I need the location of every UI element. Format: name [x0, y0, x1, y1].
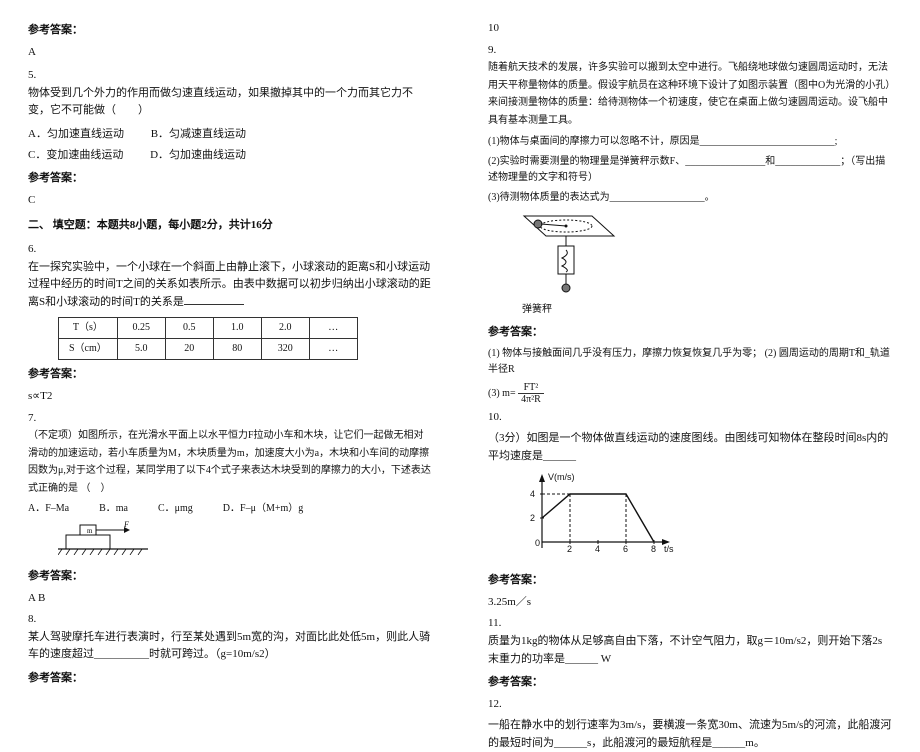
q5-opt-a: 匀加速直线运动 — [47, 128, 124, 140]
q7-figure: m F — [58, 521, 432, 562]
svg-text:8: 8 — [651, 544, 656, 554]
q5-opt-c-key: C． — [28, 149, 46, 161]
svg-text:4: 4 — [530, 489, 535, 499]
frac-den: 4π²R — [518, 394, 544, 405]
q5-opt-b: 匀减速直线运动 — [169, 128, 246, 140]
answer-header: 参考答案： — [28, 366, 432, 384]
table-cell: S（cm） — [59, 339, 118, 360]
answer-header: 参考答案： — [28, 22, 432, 40]
table-cell: 0.5 — [165, 318, 213, 339]
q4-answer: A — [28, 44, 432, 62]
svg-text:m: m — [87, 527, 93, 535]
frac-num: FT² — [518, 382, 544, 394]
q5-number: 5. — [28, 69, 36, 81]
q5-text: 物体受到几个外力的作用而做匀速直线运动，如果撤掉其中的一个力而其它力不变，它不可… — [28, 87, 413, 117]
table-cell: … — [309, 339, 357, 360]
q9-sub1: (1)物体与桌面间的摩擦力可以忽略不计，原因是_________________… — [488, 134, 892, 150]
q11-text: 质量为1kg的物体从足够高自由下落，不计空气阻力，取g＝10m/s2，则开始下落… — [488, 635, 882, 665]
table-cell: T（s） — [59, 318, 118, 339]
answer-header: 参考答案： — [488, 572, 892, 590]
q10-text: （3分）如图是一个物体做直线运动的速度图线。由图线可知物体在整段时间8s内的平均… — [488, 430, 892, 465]
answer-header: 参考答案： — [488, 324, 892, 342]
answer-header: 参考答案： — [28, 170, 432, 188]
q9-sub3: (3)待测物体质量的表达式为___________________。 — [488, 190, 892, 206]
answer-header: 参考答案： — [28, 568, 432, 586]
q9-number: 9. — [488, 44, 496, 56]
svg-text:2: 2 — [567, 544, 572, 554]
q10-number: 10. — [488, 411, 502, 423]
table-cell: 1.0 — [213, 318, 261, 339]
svg-text:V(m/s): V(m/s) — [548, 472, 575, 482]
section2-header: 二、 填空题：本题共8小题，每小题2分，共计16分 — [28, 217, 432, 235]
q7-options: A．F–Ma B．ma C．μmg D．F–μ（M+m）g — [28, 501, 432, 517]
q11-number: 11. — [488, 617, 501, 629]
answer-header: 参考答案： — [488, 674, 892, 692]
svg-text:4: 4 — [595, 544, 600, 554]
q5-opt-d-key: D． — [150, 149, 169, 161]
q9-answer-2: (3) m= FT² 4π²R — [488, 382, 892, 405]
table-cell: 320 — [261, 339, 309, 360]
answer-header: 参考答案： — [28, 670, 432, 688]
table-cell: … — [309, 318, 357, 339]
q12-text: 一船在静水中的划行速率为3m/s，要横渡一条宽30m、流速为5m/s的河流，此船… — [488, 717, 892, 752]
table-cell: 80 — [213, 339, 261, 360]
q9-figure: 弹簧秤 — [518, 210, 892, 319]
svg-text:F: F — [123, 521, 129, 529]
table-cell: 5.0 — [117, 339, 165, 360]
svg-text:2: 2 — [530, 513, 535, 523]
q8-text: 某人驾驶摩托车进行表演时，行至某处遇到5m宽的沟，对面比此处低5m，则此人骑车的… — [28, 631, 430, 661]
table-cell: 2.0 — [261, 318, 309, 339]
q8-number: 8. — [28, 613, 36, 625]
q5-opt-b-key: B． — [151, 128, 169, 140]
q5-opt-c: 变加速曲线运动 — [46, 149, 123, 161]
q9-text: 随着航天技术的发展，许多实验可以搬到太空中进行。飞船绕地球做匀速圆周运动时，无法… — [488, 62, 890, 126]
q7-number: 7. — [28, 412, 36, 424]
q5-opt-d: 匀加速曲线运动 — [169, 149, 246, 161]
q6-number: 6. — [28, 243, 36, 255]
svg-text:6: 6 — [623, 544, 628, 554]
q12-number: 12. — [488, 698, 502, 710]
q8-answer: 10 — [488, 20, 892, 38]
q6-table: T（s） 0.25 0.5 1.0 2.0 … S（cm） 5.0 20 80 … — [58, 317, 358, 360]
table-cell: 0.25 — [117, 318, 165, 339]
q6-answer: s∝T2 — [28, 388, 432, 406]
q10-chart: V(m/s) t/s 2 4 2 4 6 8 0 — [518, 470, 892, 567]
svg-text:t/s: t/s — [664, 544, 674, 554]
q5-opt-a-key: A． — [28, 128, 47, 140]
q9-answer-1: (1) 物体与接触面间几乎没有压力，摩擦力恢复恢复几乎为零； (2) 圆周运动的… — [488, 346, 892, 378]
q5-answer: C — [28, 192, 432, 210]
q10-answer: 3.25m／s — [488, 594, 892, 612]
q7-text: （不定项）如图所示，在光滑水平面上以水平恒力F拉动小车和木块，让它们一起做无相对… — [28, 430, 431, 494]
q7-answer: AB — [28, 590, 432, 608]
table-cell: 20 — [165, 339, 213, 360]
spring-label: 弹簧秤 — [522, 302, 892, 318]
q9-sub2: (2)实验时需要测量的物理量是弹簧秤示数F、________________和_… — [488, 154, 892, 186]
svg-text:0: 0 — [535, 538, 540, 548]
